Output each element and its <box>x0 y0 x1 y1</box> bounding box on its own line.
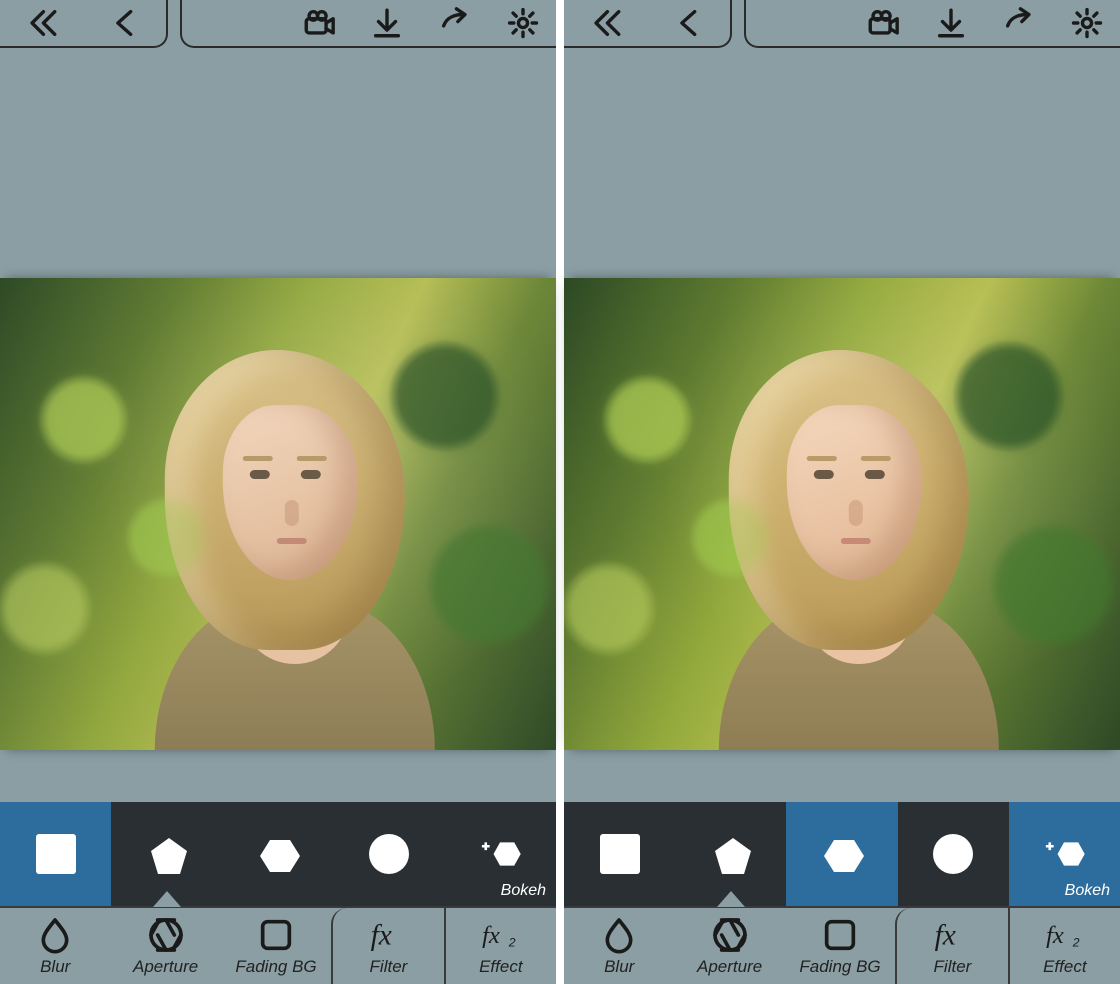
tab-label: Effect <box>479 957 522 977</box>
share-icon[interactable] <box>1002 6 1036 40</box>
tab-aperture[interactable]: Aperture <box>110 908 220 984</box>
drop-icon <box>599 915 639 955</box>
tab-label: Blur <box>604 957 634 977</box>
circle-icon <box>933 834 973 874</box>
back-button[interactable] <box>108 6 142 40</box>
bokeh-label: Bokeh <box>1065 882 1110 900</box>
tab-label: Aperture <box>133 957 198 977</box>
pentagon-icon <box>711 834 751 874</box>
side-by-side-container: Bokeh Blur Aperture Fading BG <box>0 0 1120 984</box>
svg-text:2: 2 <box>1072 935 1080 948</box>
square-icon <box>36 834 76 874</box>
shape-hexagon[interactable] <box>786 802 897 906</box>
phone-pane-right: Bokeh Blur Aperture Fading BG <box>564 0 1120 984</box>
shape-pentagon[interactable] <box>675 802 786 906</box>
settings-icon[interactable] <box>506 6 540 40</box>
fx2-icon: fx 2 <box>481 915 521 955</box>
tab-label: Aperture <box>697 957 762 977</box>
drop-icon <box>35 915 75 955</box>
back-button-group <box>0 0 168 48</box>
svg-text:2: 2 <box>508 935 516 948</box>
tab-label: Blur <box>40 957 70 977</box>
back-button[interactable] <box>672 6 706 40</box>
fx2-icon: fx 2 <box>1045 915 1085 955</box>
bokeh-icon <box>1030 834 1098 874</box>
back-all-button[interactable] <box>25 6 59 40</box>
shape-bokeh[interactable]: Bokeh <box>445 802 556 906</box>
shape-hexagon[interactable] <box>222 802 333 906</box>
active-tab-pointer <box>717 891 745 907</box>
top-actions <box>180 0 556 48</box>
shape-pentagon[interactable] <box>111 802 222 906</box>
hexagon-icon <box>258 834 298 874</box>
fx-icon: fx <box>368 915 408 955</box>
shape-circle[interactable] <box>898 802 1009 906</box>
aperture-icon <box>146 915 186 955</box>
download-icon[interactable] <box>934 6 968 40</box>
top-toolbar <box>0 0 556 58</box>
square-outline-icon <box>820 915 860 955</box>
bottom-tabs: Blur Aperture Fading BG fx Filter <box>564 906 1120 984</box>
shape-bokeh[interactable]: Bokeh <box>1009 802 1120 906</box>
svg-text:fx: fx <box>1046 922 1064 949</box>
back-button-group <box>564 0 732 48</box>
aperture-icon <box>710 915 750 955</box>
tab-fading-bg[interactable]: Fading BG <box>785 908 895 984</box>
back-all-button[interactable] <box>589 6 623 40</box>
tab-effect[interactable]: fx 2 Effect <box>446 908 556 984</box>
video-icon[interactable] <box>302 6 336 40</box>
tab-label: Fading BG <box>235 957 316 977</box>
tab-fading-bg[interactable]: Fading BG <box>221 908 331 984</box>
tab-label: Filter <box>370 957 408 977</box>
shape-square[interactable] <box>0 802 111 906</box>
tab-effect[interactable]: fx 2 Effect <box>1010 908 1120 984</box>
active-tab-pointer <box>153 891 181 907</box>
video-icon[interactable] <box>866 6 900 40</box>
aperture-shape-strip: Bokeh <box>0 802 556 906</box>
tab-label: Fading BG <box>799 957 880 977</box>
tab-blur[interactable]: Blur <box>0 908 110 984</box>
top-actions <box>744 0 1120 48</box>
phone-pane-left: Bokeh Blur Aperture Fading BG <box>0 0 556 984</box>
bottom-tabs: Blur Aperture Fading BG fx Filter <box>0 906 556 984</box>
svg-text:fx: fx <box>371 919 392 951</box>
tab-aperture[interactable]: Aperture <box>674 908 784 984</box>
svg-text:fx: fx <box>935 919 956 951</box>
fx-icon: fx <box>932 915 972 955</box>
svg-text:fx: fx <box>482 922 500 949</box>
aperture-shape-strip: Bokeh <box>564 802 1120 906</box>
pentagon-icon <box>147 834 187 874</box>
bokeh-icon <box>466 834 534 874</box>
top-toolbar <box>564 0 1120 58</box>
pane-divider <box>556 0 564 984</box>
bokeh-label: Bokeh <box>501 882 546 900</box>
image-stage <box>564 58 1120 802</box>
shape-circle[interactable] <box>334 802 445 906</box>
tab-label: Effect <box>1043 957 1086 977</box>
download-icon[interactable] <box>370 6 404 40</box>
share-icon[interactable] <box>438 6 472 40</box>
circle-icon <box>369 834 409 874</box>
square-outline-icon <box>256 915 296 955</box>
photo-preview[interactable] <box>0 278 556 750</box>
hexagon-icon <box>822 834 862 874</box>
settings-icon[interactable] <box>1070 6 1104 40</box>
image-stage <box>0 58 556 802</box>
tab-label: Filter <box>934 957 972 977</box>
square-icon <box>600 834 640 874</box>
tab-filter[interactable]: fx Filter <box>895 908 1009 984</box>
tab-blur[interactable]: Blur <box>564 908 674 984</box>
shape-square[interactable] <box>564 802 675 906</box>
photo-preview[interactable] <box>564 278 1120 750</box>
tab-filter[interactable]: fx Filter <box>331 908 445 984</box>
